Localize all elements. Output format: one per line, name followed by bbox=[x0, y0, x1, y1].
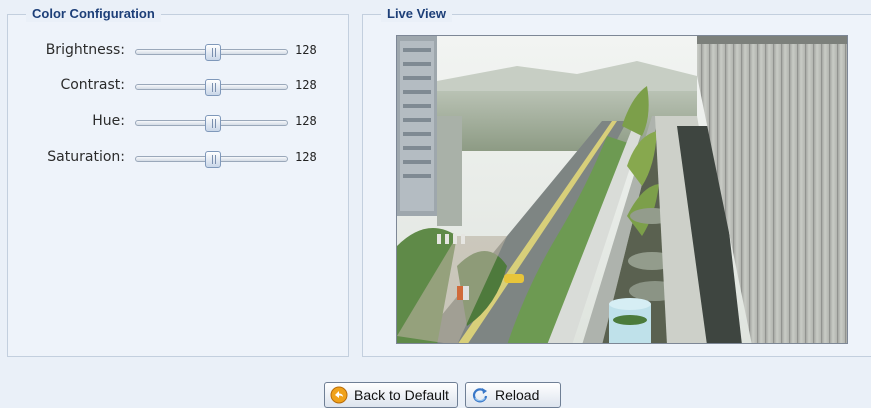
live-view-title: Live View bbox=[381, 6, 453, 22]
color-configuration-panel: Color Configuration Brightness: 128 Cont… bbox=[7, 6, 349, 357]
saturation-value: 128 bbox=[295, 150, 317, 164]
reload-label: Reload bbox=[495, 387, 540, 403]
contrast-value: 128 bbox=[295, 78, 317, 92]
brightness-slider[interactable] bbox=[135, 44, 288, 61]
hue-slider-thumb[interactable] bbox=[205, 115, 221, 132]
color-configuration-title: Color Configuration bbox=[26, 6, 161, 22]
hue-row: Hue: 128 bbox=[8, 111, 348, 133]
back-to-default-label: Back to Default bbox=[354, 387, 449, 403]
saturation-label: Saturation: bbox=[47, 149, 125, 165]
saturation-slider-thumb[interactable] bbox=[205, 151, 221, 168]
back-to-default-button[interactable]: Back to Default bbox=[324, 382, 458, 408]
brightness-row: Brightness: 128 bbox=[8, 40, 348, 62]
contrast-label: Contrast: bbox=[60, 77, 125, 93]
contrast-row: Contrast: 128 bbox=[8, 75, 348, 97]
reload-button[interactable]: Reload bbox=[465, 382, 561, 408]
hue-slider[interactable] bbox=[135, 115, 288, 132]
brightness-slider-thumb[interactable] bbox=[205, 44, 221, 61]
contrast-slider-thumb[interactable] bbox=[205, 79, 221, 96]
brightness-label: Brightness: bbox=[45, 42, 125, 58]
reload-icon bbox=[472, 388, 488, 403]
live-camera-image bbox=[396, 35, 848, 344]
hue-label: Hue: bbox=[92, 113, 125, 129]
undo-arrow-icon bbox=[330, 386, 348, 404]
live-view-panel: Live View bbox=[362, 6, 871, 357]
contrast-slider[interactable] bbox=[135, 79, 288, 96]
brightness-value: 128 bbox=[295, 43, 317, 57]
saturation-slider[interactable] bbox=[135, 151, 288, 168]
saturation-row: Saturation: 128 bbox=[8, 147, 348, 169]
hue-value: 128 bbox=[295, 114, 317, 128]
